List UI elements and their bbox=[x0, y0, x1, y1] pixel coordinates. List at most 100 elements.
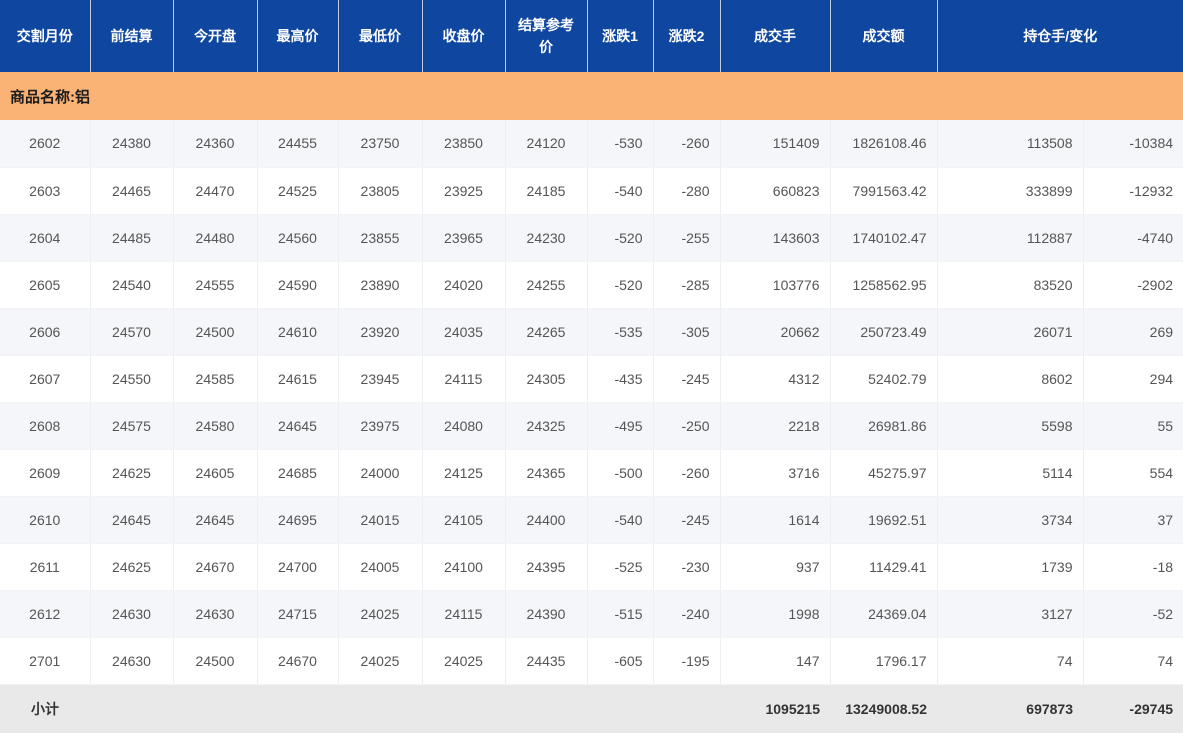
cell-prev_settle: 24630 bbox=[90, 590, 173, 637]
cell-settle_ref: 24255 bbox=[505, 261, 587, 308]
cell-prev_settle: 24485 bbox=[90, 214, 173, 261]
table-row: 2605245402455524590238902402024255-520-2… bbox=[0, 261, 1183, 308]
cell-month: 2701 bbox=[0, 637, 90, 684]
cell-change1: -435 bbox=[587, 355, 653, 402]
cell-open_interest: 333899 bbox=[937, 167, 1083, 214]
cell-change1: -495 bbox=[587, 402, 653, 449]
cell-change2: -255 bbox=[653, 214, 720, 261]
column-header-turnover: 成交额 bbox=[830, 0, 937, 72]
column-header-volume: 成交手 bbox=[720, 0, 830, 72]
product-name-label: 商品名称:铝 bbox=[0, 72, 1183, 120]
table-row: 2612246302463024715240252411524390-515-2… bbox=[0, 590, 1183, 637]
cell-open_interest: 113508 bbox=[937, 120, 1083, 167]
column-header-month: 交割月份 bbox=[0, 0, 90, 72]
cell-open_interest: 74 bbox=[937, 637, 1083, 684]
cell-prev_settle: 24630 bbox=[90, 637, 173, 684]
header-row: 交割月份 前结算 今开盘 最高价 最低价 收盘价 结算参考价 涨跌1 涨跌2 成… bbox=[0, 0, 1183, 72]
cell-close: 24025 bbox=[422, 637, 505, 684]
cell-open: 24645 bbox=[173, 496, 257, 543]
cell-open_interest: 83520 bbox=[937, 261, 1083, 308]
cell-settle_ref: 24395 bbox=[505, 543, 587, 590]
cell-turnover: 1258562.95 bbox=[830, 261, 937, 308]
cell-settle_ref: 24365 bbox=[505, 449, 587, 496]
cell-low: 23920 bbox=[338, 308, 422, 355]
cell-high: 24670 bbox=[257, 637, 338, 684]
cell-month: 2610 bbox=[0, 496, 90, 543]
cell-volume: 103776 bbox=[720, 261, 830, 308]
cell-open_interest: 112887 bbox=[937, 214, 1083, 261]
cell-turnover: 1796.17 bbox=[830, 637, 937, 684]
cell-change2: -280 bbox=[653, 167, 720, 214]
cell-change1: -520 bbox=[587, 261, 653, 308]
cell-open: 24555 bbox=[173, 261, 257, 308]
table-row: 2701246302450024670240252402524435-605-1… bbox=[0, 637, 1183, 684]
cell-prev_settle: 24380 bbox=[90, 120, 173, 167]
cell-month: 2603 bbox=[0, 167, 90, 214]
cell-volume: 151409 bbox=[720, 120, 830, 167]
table-row: 2606245702450024610239202403524265-535-3… bbox=[0, 308, 1183, 355]
cell-oi_change: -12932 bbox=[1083, 167, 1183, 214]
cell-close: 24100 bbox=[422, 543, 505, 590]
cell-volume: 1614 bbox=[720, 496, 830, 543]
cell-turnover: 1826108.46 bbox=[830, 120, 937, 167]
cell-volume: 4312 bbox=[720, 355, 830, 402]
cell-close: 24080 bbox=[422, 402, 505, 449]
cell-low: 23975 bbox=[338, 402, 422, 449]
cell-low: 23855 bbox=[338, 214, 422, 261]
cell-turnover: 52402.79 bbox=[830, 355, 937, 402]
cell-close: 23925 bbox=[422, 167, 505, 214]
cell-high: 24560 bbox=[257, 214, 338, 261]
cell-prev_settle: 24575 bbox=[90, 402, 173, 449]
cell-turnover: 26981.86 bbox=[830, 402, 937, 449]
column-header-low: 最低价 bbox=[338, 0, 422, 72]
cell-settle_ref: 24400 bbox=[505, 496, 587, 543]
subtotal-turnover: 13249008.52 bbox=[830, 684, 937, 733]
column-header-change2: 涨跌2 bbox=[653, 0, 720, 72]
cell-settle_ref: 24325 bbox=[505, 402, 587, 449]
cell-low: 24025 bbox=[338, 590, 422, 637]
cell-close: 24105 bbox=[422, 496, 505, 543]
table-row: 2610246452464524695240152410524400-540-2… bbox=[0, 496, 1183, 543]
table-body: 商品名称:铝 260224380243602445523750238502412… bbox=[0, 72, 1183, 684]
subtotal-open-interest: 697873 bbox=[937, 684, 1083, 733]
cell-close: 24035 bbox=[422, 308, 505, 355]
column-header-prev-settle: 前结算 bbox=[90, 0, 173, 72]
cell-change2: -230 bbox=[653, 543, 720, 590]
cell-high: 24685 bbox=[257, 449, 338, 496]
table-row: 2608245752458024645239752408024325-495-2… bbox=[0, 402, 1183, 449]
cell-close: 23850 bbox=[422, 120, 505, 167]
cell-turnover: 45275.97 bbox=[830, 449, 937, 496]
cell-change1: -520 bbox=[587, 214, 653, 261]
cell-oi_change: 269 bbox=[1083, 308, 1183, 355]
cell-change1: -525 bbox=[587, 543, 653, 590]
column-header-open: 今开盘 bbox=[173, 0, 257, 72]
cell-volume: 3716 bbox=[720, 449, 830, 496]
futures-quote-table: 交割月份 前结算 今开盘 最高价 最低价 收盘价 结算参考价 涨跌1 涨跌2 成… bbox=[0, 0, 1183, 733]
cell-open: 24630 bbox=[173, 590, 257, 637]
cell-month: 2612 bbox=[0, 590, 90, 637]
cell-high: 24590 bbox=[257, 261, 338, 308]
cell-change2: -260 bbox=[653, 449, 720, 496]
cell-open: 24580 bbox=[173, 402, 257, 449]
table-row: 2604244852448024560238552396524230-520-2… bbox=[0, 214, 1183, 261]
cell-close: 24020 bbox=[422, 261, 505, 308]
cell-month: 2607 bbox=[0, 355, 90, 402]
cell-low: 24025 bbox=[338, 637, 422, 684]
cell-month: 2606 bbox=[0, 308, 90, 355]
cell-open_interest: 3127 bbox=[937, 590, 1083, 637]
cell-prev_settle: 24645 bbox=[90, 496, 173, 543]
cell-high: 24610 bbox=[257, 308, 338, 355]
subtotal-spacer bbox=[90, 684, 720, 733]
cell-volume: 937 bbox=[720, 543, 830, 590]
cell-volume: 660823 bbox=[720, 167, 830, 214]
cell-open: 24670 bbox=[173, 543, 257, 590]
subtotal-volume: 1095215 bbox=[720, 684, 830, 733]
cell-settle_ref: 24185 bbox=[505, 167, 587, 214]
subtotal-row: 小计 1095215 13249008.52 697873 -29745 bbox=[0, 684, 1183, 733]
cell-close: 24115 bbox=[422, 355, 505, 402]
cell-change1: -540 bbox=[587, 496, 653, 543]
cell-settle_ref: 24120 bbox=[505, 120, 587, 167]
cell-oi_change: 74 bbox=[1083, 637, 1183, 684]
column-header-high: 最高价 bbox=[257, 0, 338, 72]
cell-change2: -260 bbox=[653, 120, 720, 167]
